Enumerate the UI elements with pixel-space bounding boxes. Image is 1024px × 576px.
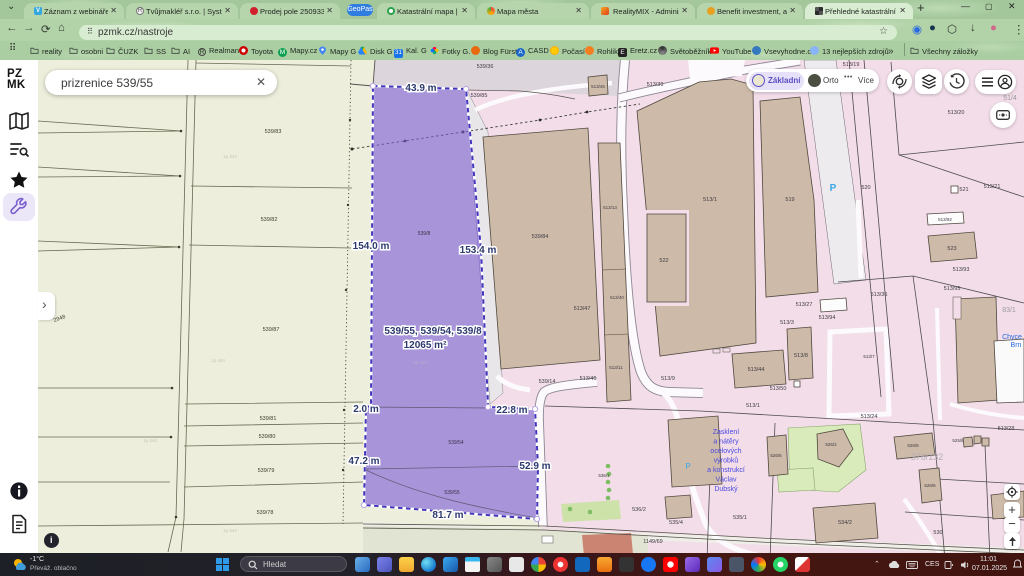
svg-text:539/36: 539/36: [477, 64, 494, 70]
svg-text:539/8: 539/8: [418, 231, 431, 237]
svg-text:526/6: 526/6: [924, 483, 936, 488]
svg-text:539/87: 539/87: [263, 327, 280, 333]
svg-text:513/45: 513/45: [591, 84, 605, 89]
svg-text:513/8: 513/8: [794, 353, 808, 359]
svg-text:513/11: 513/11: [609, 365, 623, 370]
svg-text:535/4: 535/4: [669, 520, 683, 526]
svg-text:513/13: 513/13: [603, 205, 617, 210]
svg-text:513/39: 513/39: [647, 82, 664, 88]
svg-text:535/1: 535/1: [733, 515, 747, 521]
svg-text:513/1: 513/1: [746, 403, 760, 409]
svg-text:539/55: 539/55: [444, 490, 460, 496]
svg-text:513/50: 513/50: [770, 386, 787, 392]
svg-text:513/40: 513/40: [610, 295, 624, 300]
svg-text:539/81: 539/81: [260, 416, 277, 422]
svg-text:1p 444: 1p 444: [413, 360, 427, 365]
svg-text:513/21: 513/21: [984, 184, 1001, 190]
svg-text:513/47: 513/47: [574, 306, 591, 312]
svg-text:1p 444: 1p 444: [223, 154, 237, 159]
svg-text:51/4: 51/4: [1003, 95, 1017, 102]
svg-text:83/1: 83/1: [1002, 307, 1016, 314]
svg-text:1p 444: 1p 444: [211, 358, 225, 363]
svg-text:1149/69: 1149/69: [643, 539, 662, 545]
svg-text:a konstrukcí: a konstrukcí: [707, 467, 745, 474]
svg-text:výrobků: výrobků: [714, 457, 739, 465]
svg-text:513/24: 513/24: [861, 414, 878, 420]
svg-text:513/1: 513/1: [703, 197, 717, 203]
svg-text:525/8: 525/8: [952, 438, 964, 443]
svg-text:81.7 m: 81.7 m: [432, 510, 463, 521]
svg-text:523: 523: [947, 246, 956, 252]
svg-text:513/95: 513/95: [944, 286, 961, 292]
svg-text:526/8: 526/8: [907, 443, 919, 448]
svg-text:513/94: 513/94: [819, 315, 836, 321]
svg-text:530: 530: [933, 530, 942, 536]
svg-text:534/2: 534/2: [838, 520, 852, 526]
svg-text:P: P: [685, 462, 690, 471]
svg-text:522: 522: [659, 258, 668, 264]
svg-text:47.2 m: 47.2 m: [348, 456, 379, 467]
svg-text:536/2: 536/2: [632, 507, 646, 513]
svg-text:539/54: 539/54: [448, 440, 464, 446]
svg-text:Zasklení: Zasklení: [713, 429, 740, 436]
svg-text:536/1: 536/1: [598, 473, 610, 478]
svg-text:P: P: [830, 183, 837, 194]
svg-text:526/5: 526/5: [770, 453, 782, 458]
svg-text:519: 519: [785, 197, 794, 203]
svg-text:539/85: 539/85: [471, 93, 488, 99]
svg-text:521: 521: [959, 187, 968, 193]
svg-text:539/83: 539/83: [265, 129, 282, 135]
svg-text:539/78: 539/78: [257, 510, 274, 516]
svg-text:513/44: 513/44: [748, 367, 765, 373]
svg-text:513/28: 513/28: [998, 426, 1015, 432]
svg-text:22.8 m: 22.8 m: [496, 405, 527, 416]
svg-text:ocelových: ocelových: [710, 448, 741, 455]
svg-text:Brn: Brn: [1011, 342, 1022, 349]
svg-text:Václav: Václav: [715, 477, 737, 484]
svg-text:539/55, 539/54, 539/8: 539/55, 539/54, 539/8: [384, 326, 482, 337]
svg-text:12065 m²: 12065 m²: [404, 340, 447, 351]
svg-text:153.4 m: 153.4 m: [460, 245, 497, 256]
svg-text:2.0 m: 2.0 m: [353, 404, 379, 415]
svg-text:513/92: 513/92: [938, 217, 952, 222]
svg-text:513/27: 513/27: [796, 302, 813, 308]
svg-text:52.9 m: 52.9 m: [519, 461, 550, 472]
svg-text:1p 444: 1p 444: [223, 528, 237, 533]
svg-text:539/84: 539/84: [532, 234, 549, 240]
svg-text:526/2: 526/2: [825, 442, 837, 447]
svg-text:Chyce: Chyce: [1002, 334, 1022, 341]
svg-text:539/14: 539/14: [539, 379, 556, 385]
svg-text:513/46: 513/46: [580, 376, 597, 382]
svg-text:154.0 m: 154.0 m: [353, 241, 390, 252]
svg-text:513/93: 513/93: [953, 267, 970, 273]
svg-text:513/7: 513/7: [863, 354, 875, 359]
svg-text:43.9 m: 43.9 m: [405, 83, 436, 94]
svg-text:539/79: 539/79: [258, 468, 275, 474]
svg-text:513/20: 513/20: [948, 110, 965, 116]
svg-text:Dubský: Dubský: [714, 486, 738, 493]
svg-text:520: 520: [861, 185, 870, 191]
svg-text:539/80: 539/80: [259, 434, 276, 440]
svg-text:513/3: 513/3: [780, 320, 794, 326]
svg-text:1p 444: 1p 444: [143, 438, 157, 443]
svg-text:a nátěry: a nátěry: [713, 439, 739, 446]
svg-text:513/9: 513/9: [661, 376, 675, 382]
svg-text:513/19: 513/19: [843, 62, 860, 68]
svg-text:513/36: 513/36: [871, 292, 888, 298]
svg-text:539/82: 539/82: [261, 217, 278, 223]
svg-text:376/132: 376/132: [911, 452, 944, 462]
